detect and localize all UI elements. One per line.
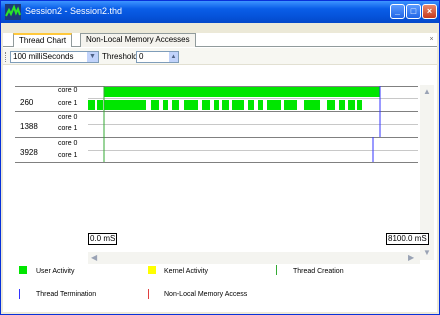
time-end-label: 8100.0 mS [386,233,429,245]
thread-termination-swatch [19,289,20,299]
legend-thread-creation: Thread Creation [293,268,344,275]
thread-260-core1-activity [214,100,219,110]
legend-thread-termination: Thread Termination [36,291,97,298]
scroll-up-icon[interactable]: ▲ [423,87,431,96]
thread-260-core1-activity [88,100,95,110]
scroll-left-icon[interactable]: ◀ [91,253,97,262]
non-local-memory-swatch [148,289,149,299]
thread-260-core1-activity [258,100,263,110]
thread-260-core1-activity [348,100,355,110]
scroll-right-icon[interactable]: ▶ [408,253,414,262]
legend-kernel-activity: Kernel Activity [164,268,208,275]
legend-non-local-memory: Non-Local Memory Access [164,291,248,298]
scroll-down-icon[interactable]: ▼ [423,248,431,257]
thread-260-core1-activity [163,100,168,110]
thread-260-core1-activity [232,100,244,110]
thread-260-core0-activity [104,87,380,97]
horizontal-scrollbar[interactable]: ◀ ▶ [88,252,420,264]
kernel-activity-swatch [148,266,156,274]
thread-260-core1-activity [172,100,179,110]
thread-260-core1-activity [202,100,210,110]
thread-260-core1-activity [248,100,254,110]
thread-260-core1-activity [304,100,320,110]
time-start-label: 0.0 mS [88,233,118,245]
thread-260-core1-activity [284,100,297,110]
thread-260-core1-activity [222,100,229,110]
thread-260-core1-activity [97,100,103,110]
thread-260-core1-activity [327,100,335,110]
thread-260-core1-activity [267,100,281,110]
legend-user-activity: User Activity [36,268,75,275]
thread-260-core1-activity [339,100,345,110]
thread-260-core1-activity [184,100,198,110]
thread-260-core1-activity [357,100,362,110]
thread-creation-swatch [276,265,277,275]
thread-260-core1-activity [151,100,159,110]
user-activity-swatch [19,266,27,274]
thread-260-core1-activity [104,100,146,110]
